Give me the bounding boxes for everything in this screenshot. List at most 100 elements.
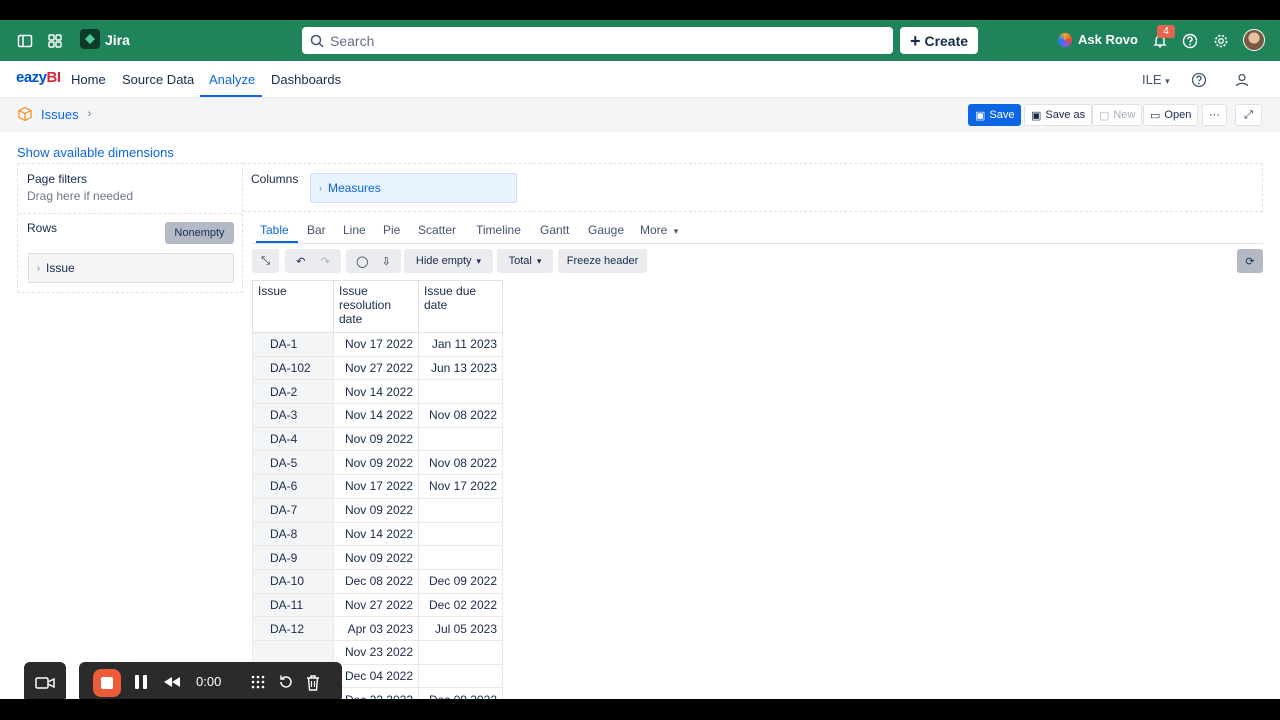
- table-row: DA-3 Nov 14 2022 Nov 08 2022: [252, 403, 503, 428]
- gear-icon[interactable]: [1210, 30, 1232, 52]
- sidebar-toggle-icon[interactable]: [14, 30, 36, 52]
- tab-gantt[interactable]: Gantt: [540, 223, 569, 237]
- table-header-row: Issue Issue resolution date Issue due da…: [252, 280, 503, 333]
- app-name[interactable]: Jira: [105, 32, 130, 48]
- cell-resolution-date: Dec 08 2022: [333, 568, 419, 594]
- pause-icon[interactable]: [134, 674, 148, 693]
- app-switcher-icon[interactable]: [44, 30, 66, 52]
- dimension-label: Issue: [46, 261, 75, 275]
- chevron-right-icon: ›: [319, 183, 322, 193]
- download-icon[interactable]: ⇩: [382, 255, 391, 268]
- layout-panel: Page filters Drag here if needed Rows No…: [17, 163, 243, 293]
- save-button[interactable]: ▣ Save: [968, 104, 1022, 126]
- freeze-header-button[interactable]: Freeze header: [558, 249, 647, 273]
- create-button[interactable]: + Create: [900, 27, 978, 54]
- total-label: Total: [508, 255, 532, 267]
- search-input[interactable]: [330, 32, 870, 49]
- open-button[interactable]: ▭ Open: [1143, 104, 1199, 126]
- row-header-issue[interactable]: DA-2: [252, 379, 334, 405]
- tab-bar[interactable]: Bar: [307, 223, 326, 237]
- nav-home[interactable]: Home: [71, 72, 106, 87]
- column-header-due-date[interactable]: Issue due date: [418, 280, 503, 333]
- expand-button[interactable]: ⤢: [1235, 104, 1262, 126]
- fullscreen-button[interactable]: ⤡: [252, 249, 279, 273]
- row-header-issue[interactable]: DA-6: [252, 474, 334, 499]
- camera-button[interactable]: [24, 662, 66, 699]
- nonempty-button[interactable]: Nonempty: [165, 222, 234, 244]
- undo-icon[interactable]: ↶: [296, 255, 305, 268]
- row-header-issue[interactable]: DA-10: [252, 568, 334, 594]
- ask-rovo-button[interactable]: Ask Rovo: [1058, 32, 1138, 47]
- row-header-issue[interactable]: DA-5: [252, 450, 334, 476]
- user-avatar[interactable]: [1243, 29, 1265, 51]
- hide-empty-dropdown[interactable]: Hide empty ▾: [404, 249, 493, 273]
- tab-line[interactable]: Line: [343, 223, 366, 237]
- new-label: New: [1113, 109, 1136, 121]
- help-icon[interactable]: [1179, 30, 1201, 52]
- chart-type-tabs: Table Bar Line Pie Scatter Timeline Gant…: [252, 222, 1263, 244]
- total-dropdown[interactable]: Total ▾: [497, 249, 553, 273]
- refresh-button[interactable]: ⟳: [1237, 249, 1263, 273]
- cell-due-date: [418, 379, 503, 405]
- nav-source-data[interactable]: Source Data: [122, 72, 194, 87]
- tab-more[interactable]: More ▾: [640, 223, 678, 237]
- trash-icon[interactable]: [306, 674, 320, 694]
- redo-icon[interactable]: ↷: [321, 255, 330, 268]
- column-header-resolution-date[interactable]: Issue resolution date: [333, 280, 419, 333]
- nav-analyze[interactable]: Analyze: [209, 72, 255, 87]
- table-row: DA-102 Nov 27 2022 Jun 13 2023: [252, 355, 503, 381]
- cell-due-date: [418, 639, 503, 665]
- columns-dimension-measures[interactable]: › Measures: [310, 173, 517, 203]
- show-dimensions-link[interactable]: Show available dimensions: [17, 145, 174, 160]
- table-row: DA-11 Nov 27 2022 Dec 02 2022: [252, 592, 503, 618]
- save-as-button[interactable]: ▣ Save as: [1024, 104, 1093, 126]
- tab-scatter[interactable]: Scatter: [418, 223, 456, 237]
- row-header-issue[interactable]: DA-11: [252, 592, 334, 618]
- restart-icon[interactable]: [278, 674, 294, 693]
- rows-dimension-issue[interactable]: › Issue: [28, 253, 234, 283]
- column-header-issue[interactable]: Issue: [252, 280, 334, 333]
- breadcrumb[interactable]: Issues ›: [17, 106, 91, 122]
- chevron-down-icon: ▾: [476, 255, 482, 266]
- fullscreen-icon: ⤡: [261, 254, 270, 267]
- cell-resolution-date: Nov 09 2022: [333, 450, 419, 476]
- row-header-issue[interactable]: DA-4: [252, 426, 334, 452]
- tab-timeline[interactable]: Timeline: [476, 223, 521, 237]
- cell-resolution-date: Nov 17 2022: [333, 332, 419, 357]
- rewind-icon[interactable]: [163, 676, 181, 691]
- row-header-issue[interactable]: DA-8: [252, 521, 334, 547]
- hide-empty-label: Hide empty: [415, 255, 472, 267]
- row-header-issue[interactable]: [252, 639, 334, 665]
- row-header-issue[interactable]: DA-12: [252, 616, 334, 641]
- search-box[interactable]: [302, 27, 893, 54]
- tab-table[interactable]: Table: [260, 223, 289, 237]
- undo-redo-group: ↶ ↷: [285, 249, 341, 273]
- stop-recording-button[interactable]: [93, 669, 121, 697]
- new-button[interactable]: ▢ New: [1092, 104, 1143, 126]
- comment-icon[interactable]: ◯: [356, 255, 368, 268]
- row-header-issue[interactable]: DA-9: [252, 545, 334, 570]
- cell-resolution-date: Dec 22 2022: [333, 687, 419, 699]
- row-header-issue[interactable]: DA-1: [252, 332, 334, 357]
- save-as-icon: ▣: [1031, 109, 1042, 122]
- more-options-button[interactable]: ···: [1202, 104, 1227, 126]
- help-menu-icon[interactable]: [1188, 69, 1210, 91]
- jira-logo-icon[interactable]: [80, 29, 100, 49]
- cell-resolution-date: Nov 14 2022: [333, 403, 419, 428]
- save-icon: ▣: [975, 109, 986, 122]
- columns-title: Columns: [251, 172, 299, 186]
- table-body: DA-1 Nov 17 2022 Jan 11 2023 DA-102 Nov 27 2…: [252, 332, 503, 699]
- row-header-issue[interactable]: DA-102: [252, 355, 334, 381]
- account-selector[interactable]: ILE ▾: [1142, 72, 1170, 87]
- tab-gauge[interactable]: Gauge: [588, 223, 624, 237]
- user-menu-icon[interactable]: [1231, 69, 1253, 91]
- row-header-issue[interactable]: DA-3: [252, 403, 334, 428]
- eazybi-logo[interactable]: eazyBI: [16, 69, 61, 86]
- grid-dots-icon[interactable]: [250, 674, 266, 693]
- chevron-down-icon: ▾: [1165, 76, 1170, 86]
- table-row: DA-4 Nov 09 2022: [252, 426, 503, 452]
- row-header-issue[interactable]: DA-7: [252, 497, 334, 523]
- tab-pie[interactable]: Pie: [383, 223, 400, 237]
- nav-dashboards[interactable]: Dashboards: [271, 72, 341, 87]
- cell-due-date: [418, 426, 503, 452]
